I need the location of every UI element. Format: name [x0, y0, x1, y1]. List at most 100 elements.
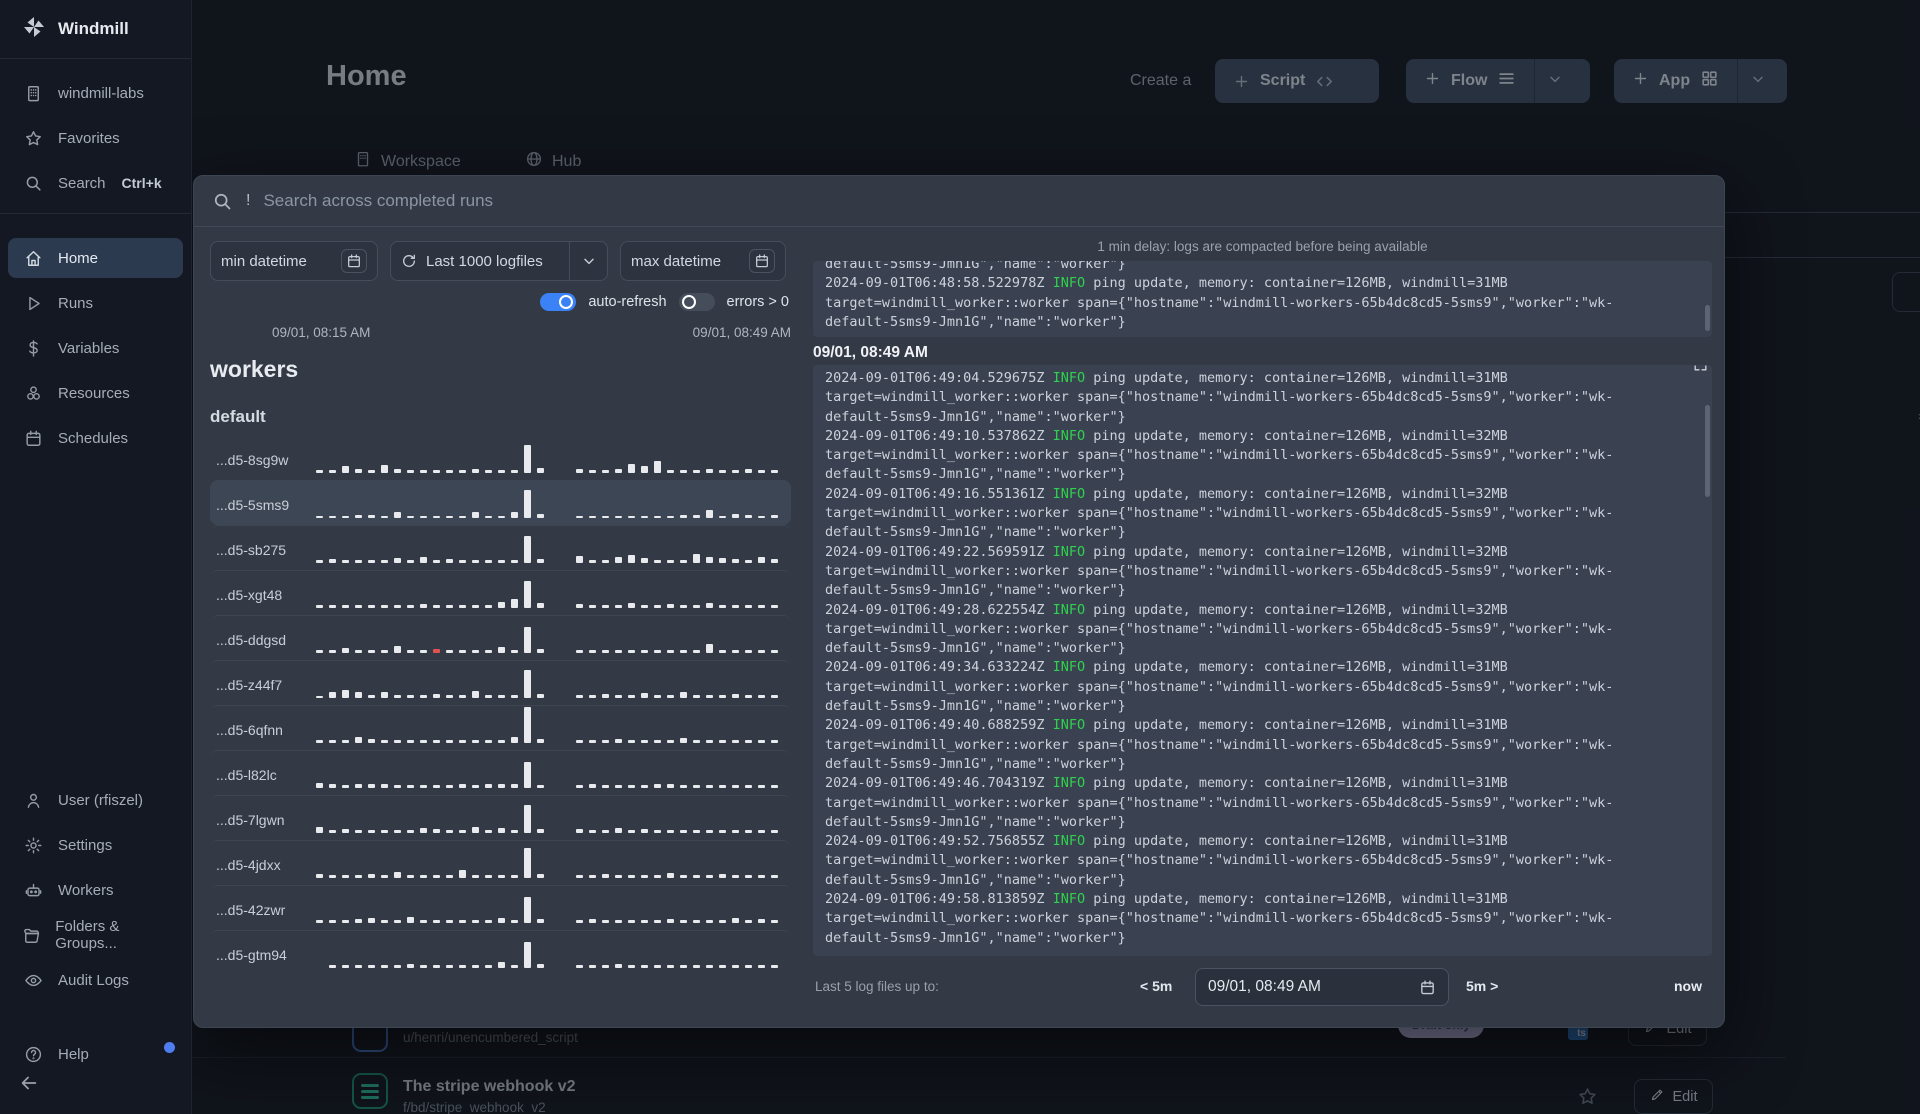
worker-row-d5-xgt48[interactable]: ...d5-xgt48 — [210, 570, 791, 615]
sidebar-item-workers[interactable]: Workers — [8, 870, 183, 910]
log-line: target=windmill_worker::worker span={"ho… — [825, 794, 1614, 811]
log-line: 2024-09-01T06:49:58.813859Z INFO ping up… — [825, 891, 1508, 908]
worker-group-name: default — [210, 407, 266, 426]
help-label: Help — [58, 1045, 89, 1063]
worker-row-d5-ddgsd[interactable]: ...d5-ddgsd — [210, 615, 791, 660]
sidebar-nav: Home Runs Variables Resources Schedules — [0, 224, 191, 458]
sidebar-item-settings[interactable]: Settings — [8, 825, 183, 865]
robot-icon — [22, 881, 44, 900]
logs-column: 1 min delay: logs are compacted before b… — [799, 227, 1724, 1027]
log-line: default-5sms9-Jmn1G","name":"worker"} — [825, 698, 1126, 715]
worker-row-d5-gtm94[interactable]: ...d5-gtm94 — [210, 930, 791, 975]
workspace-name: windmill-labs — [58, 84, 144, 102]
calendar-icon[interactable] — [749, 249, 775, 273]
log-line: target=windmill_worker::worker span={"ho… — [825, 447, 1614, 464]
search-icon — [22, 174, 44, 193]
sidebar-item-schedules[interactable]: Schedules — [8, 418, 183, 458]
log-line: target=windmill_worker::worker span={"ho… — [825, 620, 1614, 637]
calendar-icon[interactable] — [341, 249, 367, 273]
errors-toggle[interactable] — [678, 293, 715, 311]
calendar-icon[interactable] — [1419, 979, 1436, 996]
sidebar-item-runs[interactable]: Runs — [8, 283, 183, 323]
worker-row-d5-6qfnn[interactable]: ...d5-6qfnn — [210, 705, 791, 750]
variables-icon — [22, 339, 44, 358]
worker-row-d5-7lgwn[interactable]: ...d5-7lgwn — [210, 795, 791, 840]
sidebar-item-workspace[interactable]: windmill-labs — [8, 73, 183, 113]
sidebar-item-user-rfiszel[interactable]: User (rfiszel) — [8, 780, 183, 820]
worker-list: ...d5-8sg9w ...d5-5sms9 ...d5-sb275 ...d5-x… — [210, 435, 791, 975]
max-datetime-input[interactable]: max datetime — [620, 241, 786, 281]
sidebar-item-help[interactable]: Help — [8, 1034, 183, 1074]
log-line: default-5sms9-Jmn1G","name":"worker"} — [825, 313, 1126, 330]
back-5m-button[interactable]: < 5m — [1140, 978, 1172, 994]
worker-sparkline — [316, 670, 778, 705]
scrollbar-thumb[interactable] — [1705, 405, 1710, 497]
log-line: target=windmill_worker::worker span={"ho… — [825, 389, 1614, 406]
log-line: 2024-09-01T06:49:16.551361Z INFO ping up… — [825, 485, 1508, 502]
worker-name: ...d5-8sg9w — [216, 452, 289, 468]
auto-refresh-toggle[interactable] — [540, 293, 577, 311]
worker-row-d5-z44f7[interactable]: ...d5-z44f7 — [210, 660, 791, 705]
log-line: target=windmill_worker::worker span={"ho… — [825, 678, 1614, 695]
log-line: default-5sms9-Jmn1G","name":"worker"} — [825, 871, 1126, 888]
auto-refresh-label: auto-refresh — [588, 294, 667, 310]
min-datetime-label: min datetime — [221, 252, 307, 270]
log-line: default-5sms9-Jmn1G","name":"worker"} — [825, 582, 1126, 599]
log-line: 2024-09-01T06:49:52.756855Z INFO ping up… — [825, 833, 1508, 850]
worker-row-d5-5sms9[interactable]: ...d5-5sms9 — [210, 480, 791, 525]
favorites-label: Favorites — [58, 129, 120, 147]
log-date-header: 09/01, 08:49 AM — [813, 344, 928, 361]
worker-name: ...d5-5sms9 — [216, 497, 290, 513]
worker-row-d5-l82lc[interactable]: ...d5-l82lc — [210, 750, 791, 795]
log-line: default-5sms9-Jmn1G","name":"worker"} — [825, 755, 1126, 772]
footer-datetime-input[interactable]: 09/01, 08:49 AM — [1195, 968, 1449, 1006]
footer-label: Last 5 log files up to: — [815, 979, 939, 994]
worker-name: ...d5-7lgwn — [216, 812, 285, 828]
sidebar-item-favorites[interactable]: Favorites — [8, 118, 183, 158]
log-line: default-5sms9-Jmn1G","name":"worker"} — [825, 466, 1126, 483]
min-datetime-input[interactable]: min datetime — [210, 241, 378, 281]
log-line: 2024-09-01T06:49:46.704319Z INFO ping up… — [825, 775, 1508, 792]
logfiles-select[interactable]: Last 1000 logfiles — [390, 241, 608, 281]
sidebar-item-audit-logs[interactable]: Audit Logs — [8, 960, 183, 1000]
user-icon — [22, 791, 44, 810]
now-button[interactable]: now — [1674, 978, 1702, 994]
sidebar-item-search[interactable]: Search Ctrl+k — [8, 163, 183, 203]
log-output-block[interactable]: 2024-09-01T06:49:04.529675Z INFO ping up… — [813, 365, 1712, 956]
worker-name: ...d5-42zwr — [216, 902, 286, 918]
collapse-sidebar-button[interactable] — [18, 1072, 40, 1099]
schedules-icon — [22, 429, 44, 448]
sidebar-item-folders-groups[interactable]: Folders & Groups... — [8, 915, 183, 955]
log-line: default-5sms9-Jmn1G","name":"worker"} — [825, 929, 1126, 946]
footer-datetime-value: 09/01, 08:49 AM — [1208, 978, 1321, 995]
home-icon — [22, 249, 44, 268]
chevron-down-icon[interactable] — [581, 253, 597, 269]
log-line: default-5sms9-Jmn1G","name":"worker"} — [825, 261, 1126, 272]
worker-sparkline — [316, 490, 778, 525]
app-logo[interactable]: Windmill — [0, 0, 191, 59]
previous-log-block[interactable]: default-5sms9-Jmn1G","name":"worker"} 202… — [813, 261, 1712, 337]
worker-row-d5-42zwr[interactable]: ...d5-42zwr — [210, 885, 791, 930]
worker-row-d5-sb275[interactable]: ...d5-sb275 — [210, 525, 791, 570]
star-icon — [22, 129, 44, 148]
worker-sparkline — [316, 707, 778, 750]
sidebar-item-resources[interactable]: Resources — [8, 373, 183, 413]
worker-sparkline — [316, 627, 778, 660]
worker-row-d5-4jdxx[interactable]: ...d5-4jdxx — [210, 840, 791, 885]
sidebar-item-home[interactable]: Home — [8, 238, 183, 278]
search-runs-input[interactable] — [263, 191, 1706, 211]
windmill-logo-icon — [22, 15, 46, 44]
logfiles-label: Last 1000 logfiles — [426, 252, 543, 270]
sidebar-item-variables[interactable]: Variables — [8, 328, 183, 368]
range-end: 09/01, 08:49 AM — [692, 325, 791, 340]
log-line: target=windmill_worker::worker span={"ho… — [825, 505, 1614, 522]
service-logs-panel: ! min datetime Last 1000 logfiles — [193, 175, 1725, 1028]
scrollbar-thumb[interactable] — [1705, 305, 1710, 331]
log-filters: min datetime Last 1000 logfiles max date… — [210, 241, 791, 281]
worker-row-d5-8sg9w[interactable]: ...d5-8sg9w — [210, 435, 791, 480]
expand-icon[interactable] — [1693, 365, 1708, 378]
worker-sparkline — [316, 805, 778, 840]
workers-column: min datetime Last 1000 logfiles max date… — [194, 227, 799, 1027]
workers-heading: workers — [210, 356, 299, 382]
forward-5m-button[interactable]: 5m > — [1466, 978, 1498, 994]
